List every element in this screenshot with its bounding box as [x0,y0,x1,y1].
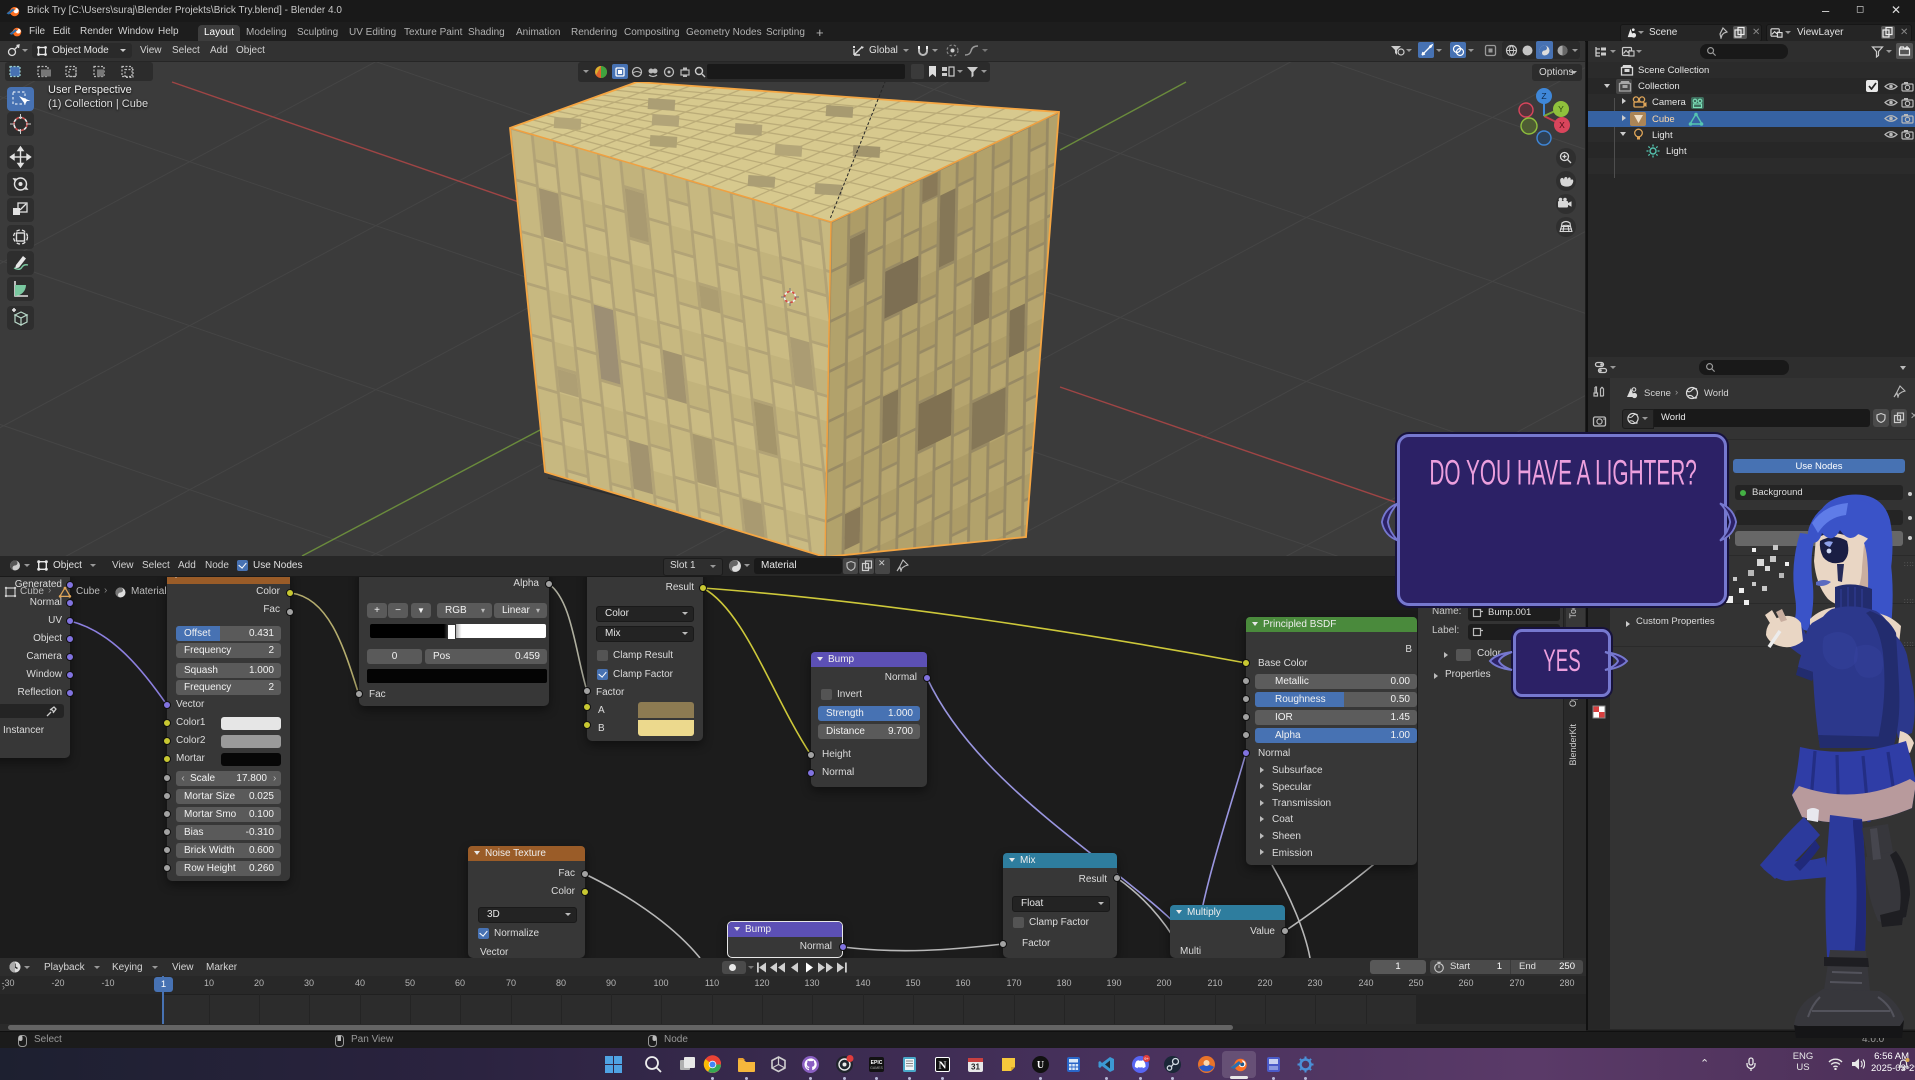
svg-text:GAMES: GAMES [870,1066,883,1070]
svg-text:31: 31 [971,1063,980,1072]
svg-text:N: N [939,1060,947,1072]
svg-text:9+: 9+ [1144,1056,1149,1061]
svg-text:U: U [1037,1060,1044,1071]
svg-text:Z: Z [1541,91,1546,101]
svg-text:X: X [1559,120,1565,130]
svg-text:Y: Y [1558,104,1564,114]
